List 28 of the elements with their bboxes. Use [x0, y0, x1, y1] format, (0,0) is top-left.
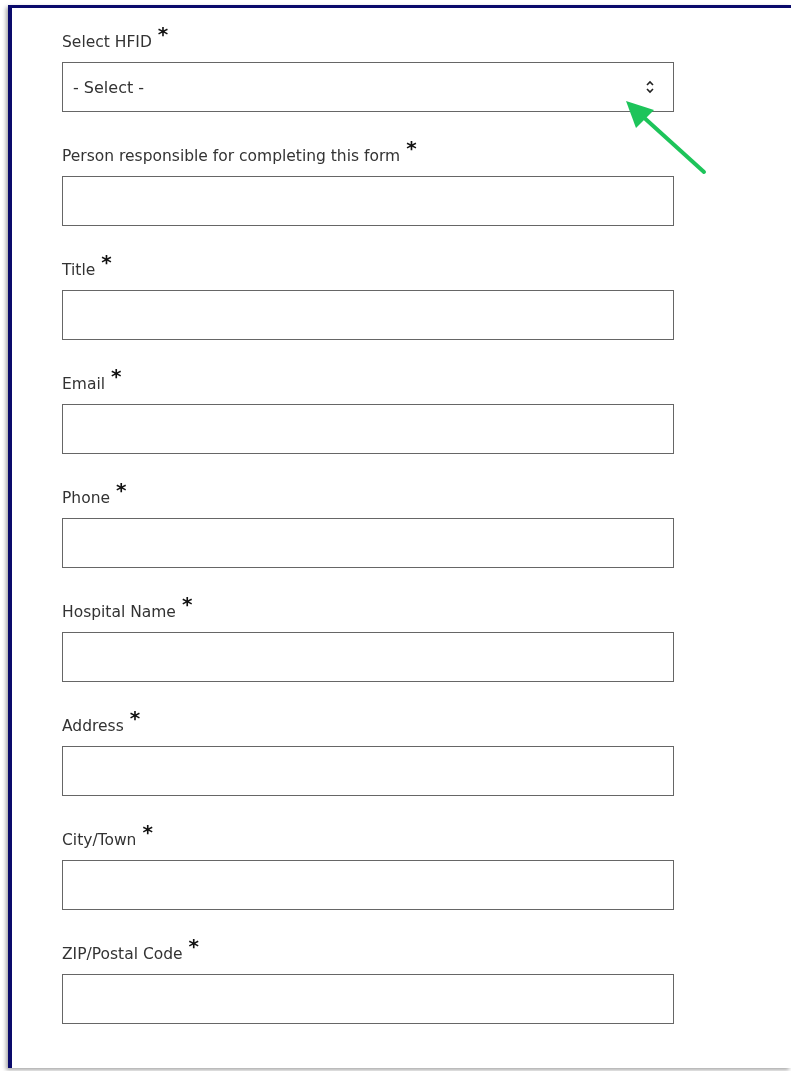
field-label: Select HFID: [62, 32, 152, 52]
select-dropdown[interactable]: - Select -: [62, 62, 674, 112]
required-mark: *: [157, 24, 169, 44]
required-mark: *: [181, 594, 193, 614]
field-label: City/Town: [62, 830, 137, 850]
field-label: Address: [62, 716, 124, 736]
field-label: Phone: [62, 488, 110, 508]
required-mark: *: [142, 822, 153, 842]
input-field[interactable]: [62, 176, 674, 226]
input-field[interactable]: [62, 290, 674, 340]
field-label: Person responsible for completing this form: [62, 146, 401, 166]
required-mark: *: [111, 366, 122, 386]
field-label: Title: [62, 260, 96, 280]
required-mark: *: [129, 708, 141, 728]
required-mark: *: [188, 936, 200, 956]
field-label: ZIP/Postal Code: [62, 944, 183, 964]
required-mark: *: [101, 252, 112, 272]
input-field[interactable]: [62, 974, 674, 1024]
input-field[interactable]: [62, 860, 674, 910]
input-field[interactable]: [62, 518, 674, 568]
field-label: Hospital Name: [62, 602, 176, 622]
input-field[interactable]: [62, 746, 674, 796]
required-mark: *: [406, 138, 417, 158]
chevron-updown-icon: [645, 79, 655, 95]
field-label: Email: [62, 374, 105, 394]
input-field[interactable]: [62, 404, 674, 454]
required-mark: *: [116, 480, 127, 500]
input-field[interactable]: [62, 632, 674, 682]
